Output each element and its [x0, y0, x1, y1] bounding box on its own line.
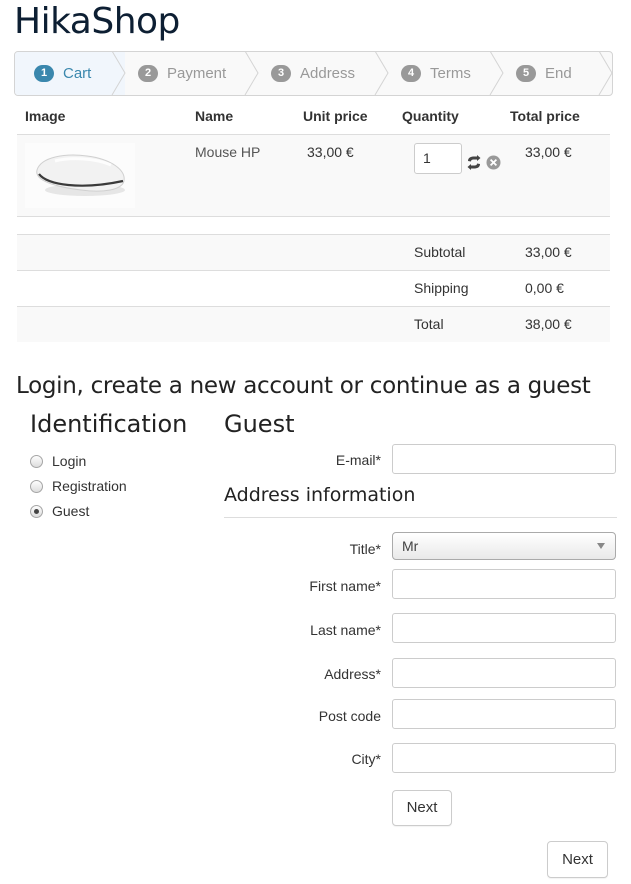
total-label: Total: [414, 316, 444, 332]
step-number: 3: [271, 65, 291, 82]
subtotal-label: Subtotal: [414, 244, 466, 260]
step-payment[interactable]: 2 Payment: [125, 52, 258, 95]
step-address[interactable]: 3 Address: [258, 52, 388, 95]
step-separator-icon: [244, 52, 259, 95]
step-separator-icon: [598, 52, 612, 95]
first-name-field[interactable]: [392, 569, 616, 599]
city-field[interactable]: [392, 743, 616, 773]
title-select[interactable]: Mr: [392, 532, 616, 560]
radio-login[interactable]: Login: [30, 453, 86, 469]
address-field[interactable]: [392, 658, 616, 688]
step-number: 4: [401, 65, 421, 82]
postcode-label: Post code: [318, 708, 381, 724]
radio-label: Login: [52, 453, 87, 469]
site-title: HikaShop: [14, 1, 180, 42]
step-number: 1: [34, 65, 54, 82]
step-separator-icon: [374, 52, 389, 95]
product-image[interactable]: [25, 143, 135, 208]
step-end[interactable]: 5 End: [503, 52, 612, 95]
guest-title: Guest: [224, 410, 295, 438]
remove-icon[interactable]: [486, 155, 501, 170]
identification-title: Identification: [30, 410, 188, 438]
table-row: [17, 307, 610, 342]
title-label: Title*: [349, 541, 381, 557]
radio-label: Registration: [52, 478, 127, 494]
address-label: Address*: [324, 666, 381, 682]
radio-label: Guest: [52, 503, 90, 519]
divider: [17, 216, 610, 217]
step-terms[interactable]: 4 Terms: [388, 52, 503, 95]
product-name[interactable]: Mouse HP: [195, 144, 260, 160]
last-name-label: Last name*: [310, 622, 381, 638]
col-header-name: Name: [195, 108, 234, 124]
first-name-label: First name*: [309, 578, 381, 594]
last-name-field[interactable]: [392, 613, 616, 643]
step-separator-icon: [489, 52, 504, 95]
refresh-icon[interactable]: [466, 155, 482, 170]
guest-next-button[interactable]: Next: [392, 790, 452, 826]
postcode-field[interactable]: [392, 699, 616, 729]
step-number: 5: [516, 65, 536, 82]
shipping-value: 0,00 €: [525, 280, 564, 296]
title-select-value: Mr: [402, 538, 419, 554]
step-label: Address: [300, 65, 356, 82]
radio-button[interactable]: [30, 454, 43, 468]
shipping-label: Shipping: [414, 280, 469, 296]
radio-button[interactable]: [30, 504, 43, 518]
step-label: Payment: [167, 65, 227, 82]
step-separator-icon: [111, 52, 126, 95]
line-total-price: 33,00 €: [525, 144, 572, 160]
step-label: Terms: [430, 65, 471, 82]
step-label: End: [545, 65, 572, 82]
radio-button[interactable]: [30, 479, 43, 493]
chevron-down-icon: [597, 543, 605, 549]
radio-guest[interactable]: Guest: [30, 503, 89, 519]
total-value: 38,00 €: [525, 316, 572, 332]
col-header-quantity: Quantity: [402, 108, 459, 124]
step-cart[interactable]: 1 Cart: [15, 52, 125, 95]
col-header-total-price: Total price: [510, 108, 580, 124]
col-header-unit-price: Unit price: [303, 108, 368, 124]
address-information-title: Address information: [224, 484, 416, 506]
radio-registration[interactable]: Registration: [30, 478, 127, 494]
city-label: City*: [351, 751, 381, 767]
divider: [224, 517, 617, 518]
unit-price: 33,00 €: [307, 144, 354, 160]
email-label: E-mail*: [335, 452, 381, 468]
subtotal-value: 33,00 €: [525, 244, 572, 260]
email-field[interactable]: [392, 444, 616, 474]
login-section-title: Login, create a new account or continue …: [16, 373, 591, 399]
quantity-input[interactable]: 1: [414, 143, 462, 174]
checkout-steps: 1 Cart 2 Payment 3 Address 4 Terms 5 End: [14, 51, 613, 96]
step-number: 2: [138, 65, 158, 82]
step-label: Cart: [63, 65, 92, 82]
next-button[interactable]: Next: [547, 841, 608, 878]
table-row: [17, 235, 610, 270]
col-header-image: Image: [25, 108, 66, 124]
divider: [17, 270, 610, 271]
